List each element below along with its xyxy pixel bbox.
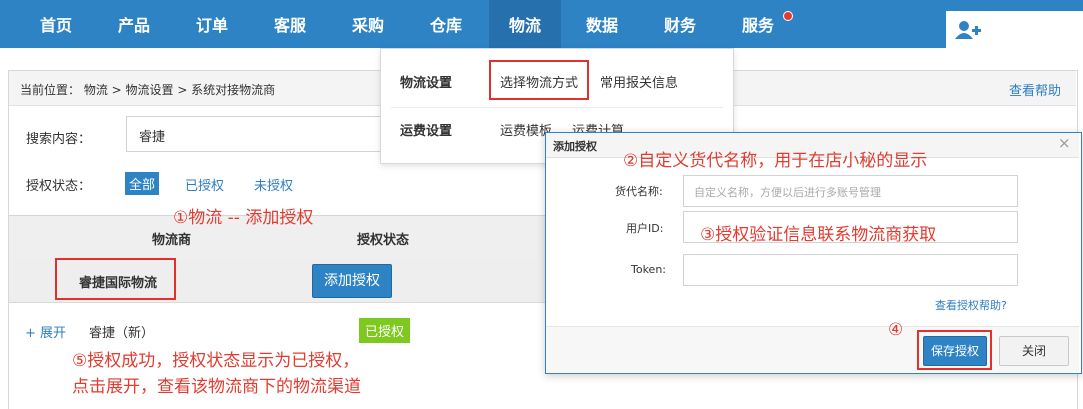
annotation-step-5-line1: ⑤授权成功，授权状态显示为已授权， [72, 351, 360, 371]
annotation-step-3: ③授权验证信息联系物流商获取 [700, 225, 937, 245]
alias-placeholder: 自定义名称，方便以后进行多账号管理 [694, 186, 881, 199]
filter-authorized[interactable]: 已授权 [185, 175, 224, 194]
nav-item-purchase[interactable]: 采购 [332, 0, 404, 48]
alias-label: 货代名称: [615, 185, 663, 198]
dropdown-group-logistics: 物流设置 [400, 76, 453, 91]
modal-close-icon[interactable]: × [1058, 134, 1071, 152]
help-link[interactable]: 查看帮助 [1009, 80, 1061, 99]
nav-item-finance[interactable]: 财务 [644, 0, 716, 48]
token-label: Token: [631, 263, 667, 276]
auth-filter-label: 授权状态： [26, 179, 92, 194]
add-authorization-button[interactable]: 添加授权 [312, 264, 392, 298]
highlight-select-shipping [489, 60, 589, 100]
close-modal-button[interactable]: 关闭 [999, 336, 1069, 366]
filter-all[interactable]: 全部 [125, 172, 160, 195]
highlight-save-button [917, 330, 992, 370]
annotation-step-5-line2: 点击展开，查看该物流商下的物流渠道 [72, 377, 361, 397]
modal-title: 添加授权 [553, 140, 597, 153]
menu-item-customs-info[interactable]: 常用报关信息 [600, 72, 678, 91]
header-carrier: 物流商 [152, 233, 192, 248]
dropdown-group-freight: 运费设置 [400, 124, 453, 139]
nav-item-products[interactable]: 产品 [98, 0, 170, 48]
expand-link[interactable]: + 展开 [25, 322, 66, 341]
top-nav-bar: 首页 产品 订单 客服 采购 仓库 物流 数据 财务 服务 [0, 0, 1083, 48]
status-badge: 已授权 [359, 318, 411, 343]
sub-carrier-name: 睿捷（新） [89, 326, 155, 341]
nav-item-orders[interactable]: 订单 [176, 0, 248, 48]
search-label: 搜索内容： [26, 132, 92, 147]
nav-item-home[interactable]: 首页 [20, 0, 92, 48]
nav-item-logistics[interactable]: 物流 [489, 0, 561, 48]
annotation-step-1: ①物流 -- 添加授权 [173, 208, 314, 228]
highlight-carrier-name [55, 258, 176, 300]
annotation-step-4: ④ [888, 320, 904, 340]
alias-input[interactable]: 自定义名称，方便以后进行多账号管理 [683, 175, 1018, 207]
annotation-step-2: ②自定义货代名称，用于在店小秘的显示 [623, 151, 928, 171]
nav-item-warehouse[interactable]: 仓库 [410, 0, 482, 48]
dropdown-divider [391, 107, 723, 108]
search-input-value: 睿捷 [139, 130, 166, 145]
breadcrumb: 当前位置： 物流 > 物流设置 > 系统对接物流商 [20, 83, 276, 97]
nav-item-services[interactable]: 服务 [722, 0, 794, 48]
userid-label: 用户ID: [626, 222, 664, 235]
user-panel[interactable] [946, 11, 1083, 48]
nav-item-data[interactable]: 数据 [566, 0, 638, 48]
header-status: 授权状态 [357, 233, 410, 248]
user-icon [955, 21, 981, 39]
auth-help-link[interactable]: 查看授权帮助? [935, 297, 1007, 313]
token-input[interactable] [683, 254, 1018, 286]
search-input[interactable]: 睿捷 [126, 116, 390, 152]
filter-unauthorized[interactable]: 未授权 [254, 175, 293, 194]
notification-dot [783, 11, 793, 21]
nav-item-service[interactable]: 客服 [254, 0, 326, 48]
